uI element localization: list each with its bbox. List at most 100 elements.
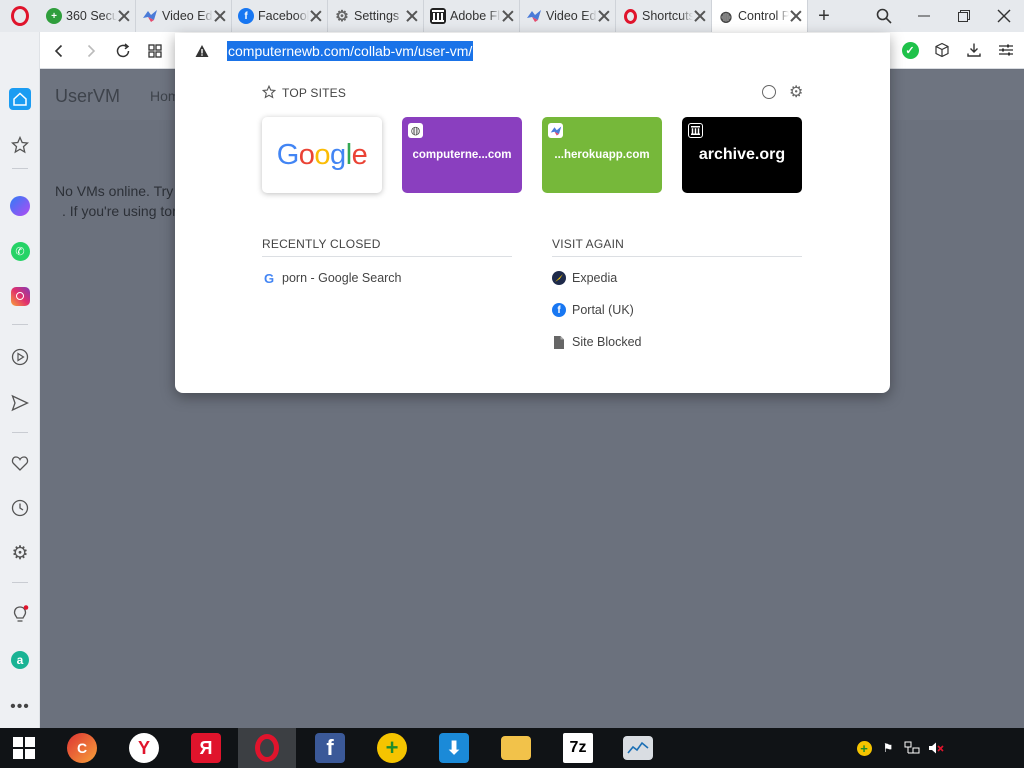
tab-title: Facebook <box>258 9 309 23</box>
taskbar-app-ccleaner[interactable]: C <box>58 728 106 768</box>
page-brand[interactable]: UserVM <box>55 86 120 107</box>
star-icon <box>262 85 276 99</box>
archive-icon <box>430 8 446 24</box>
sidebar-item-favorites[interactable] <box>8 451 32 475</box>
start-button[interactable] <box>0 728 48 768</box>
tab-video-editor-2[interactable]: Video Editor <box>520 0 616 32</box>
restore-icon <box>958 10 970 22</box>
reload-button[interactable] <box>112 40 134 62</box>
opera-menu-button[interactable] <box>0 0 40 32</box>
tab-adobe[interactable]: Adobe Flash <box>424 0 520 32</box>
top-site-tile-herokuapp[interactable]: ...herokuapp.com <box>542 117 662 193</box>
tab-search-button[interactable] <box>864 0 904 32</box>
new-tab-button[interactable]: + <box>808 0 840 32</box>
taskbar-app-7zip[interactable]: 7z <box>554 728 602 768</box>
sidebar-item-messenger[interactable] <box>8 194 32 218</box>
tab-shortcuts[interactable]: Shortcuts <box>616 0 712 32</box>
taskbar-app-opera[interactable] <box>238 728 296 768</box>
facebook-icon: f <box>315 733 345 763</box>
tor-message: . If you're using tor <box>62 203 177 219</box>
top-site-tile-archive[interactable]: archive.org <box>682 117 802 193</box>
volume-muted-icon[interactable] <box>928 740 944 756</box>
360-tray-icon[interactable]: + <box>856 740 872 756</box>
gear-icon[interactable]: ⚙ <box>789 82 803 102</box>
sidebar-item-history[interactable] <box>8 496 32 520</box>
vpn-status-button[interactable]: ✓ <box>898 38 922 62</box>
close-icon[interactable] <box>597 9 611 23</box>
close-icon[interactable] <box>693 9 707 23</box>
sidebar-item-bookmarks[interactable] <box>8 133 32 157</box>
address-field[interactable]: computernewb.com/collab-vm/user-vm/ <box>175 33 890 69</box>
sidebar-item-instagram[interactable] <box>8 284 32 308</box>
list-item-title: Site Blocked <box>572 335 642 349</box>
yandex-browser-icon: Я <box>191 733 221 763</box>
downloads-button[interactable] <box>962 38 986 62</box>
tab-360[interactable]: + 360 Security <box>40 0 136 32</box>
close-icon[interactable] <box>405 9 419 23</box>
instagram-icon <box>10 286 30 306</box>
taskbar-app-yandex[interactable]: Y <box>120 728 168 768</box>
network-icon[interactable] <box>904 740 920 756</box>
sidebar-item-settings[interactable]: ⚙ <box>8 541 32 565</box>
close-icon[interactable] <box>117 9 131 23</box>
sidebar-more-button[interactable]: ••• <box>8 695 32 719</box>
smiley-icon[interactable] <box>762 85 776 99</box>
tab-video-editor[interactable]: Video Editor <box>136 0 232 32</box>
google-logo: Google <box>276 138 368 171</box>
tab-title: Video Editor <box>546 9 597 23</box>
tab-facebook[interactable]: f Facebook <box>232 0 328 32</box>
sidebar-divider <box>12 582 28 583</box>
sidebar-divider <box>12 168 28 169</box>
taskbar-app-downloader[interactable]: ⬇ <box>430 728 478 768</box>
sidebar-item-aria[interactable]: a <box>8 648 32 672</box>
cube-icon <box>935 42 949 58</box>
forward-button[interactable] <box>80 40 102 62</box>
speed-dial-button[interactable] <box>144 40 166 62</box>
sliders-icon <box>999 44 1013 56</box>
sidebar-item-player[interactable] <box>8 345 32 369</box>
tile-label: ...herokuapp.com <box>554 149 650 161</box>
restore-button[interactable] <box>944 0 984 32</box>
taskbar-app-facebook[interactable]: f <box>306 728 354 768</box>
tab-title: Settings <box>354 9 400 23</box>
360-icon: + <box>377 733 407 763</box>
close-window-button[interactable] <box>984 0 1024 32</box>
sidebar-item-whatsapp[interactable]: ✆ <box>8 239 32 263</box>
download-icon: ⬇ <box>439 733 469 763</box>
easy-setup-button[interactable] <box>994 38 1018 62</box>
system-tray: + ⚑ <box>856 740 944 756</box>
ccleaner-icon: C <box>67 733 97 763</box>
sidebar-item-send[interactable] <box>8 391 32 415</box>
back-button[interactable] <box>48 40 70 62</box>
sidebar-item-tips[interactable] <box>8 603 32 627</box>
visit-again-item-portal[interactable]: f Portal (UK) <box>552 301 634 319</box>
url-text[interactable]: computernewb.com/collab-vm/user-vm/ <box>227 41 474 61</box>
close-icon[interactable] <box>213 9 227 23</box>
minimize-button[interactable] <box>904 0 944 32</box>
visit-again-item-site-blocked[interactable]: Site Blocked <box>552 333 641 351</box>
lightbulb-icon <box>13 605 29 622</box>
recently-closed-item[interactable]: G porn - Google Search <box>262 269 402 287</box>
tile-label: computerne...com <box>412 149 512 161</box>
vm-icon: ◍ <box>408 123 423 138</box>
close-icon[interactable] <box>501 9 515 23</box>
list-item-title: Portal (UK) <box>572 303 634 317</box>
top-site-tile-computernewb[interactable]: ◍ computerne...com <box>402 117 522 193</box>
close-icon[interactable] <box>309 9 323 23</box>
visit-again-item-expedia[interactable]: Expedia <box>552 269 617 287</box>
taskbar-app-yandex-browser[interactable]: Я <box>182 728 230 768</box>
taskbar-app-explorer[interactable] <box>492 728 540 768</box>
taskbar-app-360[interactable]: + <box>368 728 416 768</box>
tab-settings[interactable]: ⚙ Settings <box>328 0 424 32</box>
top-site-tile-google[interactable]: Google <box>262 117 382 193</box>
taskbar-app-perfmon[interactable] <box>614 728 662 768</box>
close-icon[interactable] <box>789 9 803 23</box>
extensions-button[interactable] <box>930 38 954 62</box>
bird-icon <box>142 8 158 24</box>
tab-control-panel[interactable]: ◍ Control Panel <box>712 0 808 32</box>
opera-logo-icon <box>11 6 29 26</box>
flag-icon[interactable]: ⚑ <box>880 740 896 756</box>
sidebar-item-home[interactable] <box>8 87 32 111</box>
document-icon <box>552 335 566 349</box>
tab-title: Adobe Flash <box>450 9 501 23</box>
